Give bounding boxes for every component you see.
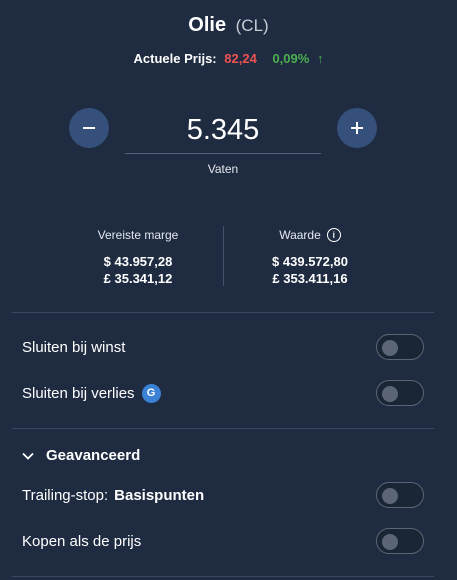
- chevron-down-icon: [22, 452, 34, 460]
- position-value-gbp: £ 353.411,16: [272, 271, 348, 286]
- advanced-section-title: Geavanceerd: [46, 447, 141, 464]
- price-value: 82,24: [224, 51, 257, 66]
- take-profit-toggle[interactable]: [376, 334, 424, 360]
- required-margin: Vereiste marge $ 43.957,28 £ 35.341,12: [68, 226, 208, 287]
- toggle-knob: [382, 488, 398, 504]
- required-margin-gbp: £ 35.341,12: [103, 271, 173, 286]
- trailing-stop-unit[interactable]: Basispunten: [114, 487, 204, 504]
- instrument-title: Olie (CL): [0, 14, 457, 37]
- divider: [12, 576, 434, 577]
- take-profit-row: Sluiten bij winst: [22, 334, 424, 360]
- divider: [12, 312, 434, 313]
- instrument-symbol: (CL): [235, 16, 269, 35]
- take-profit-label: Sluiten bij winst: [22, 338, 126, 356]
- stop-loss-toggle[interactable]: [376, 380, 424, 406]
- price-label: Actuele Prijs:: [133, 51, 217, 66]
- advanced-section-toggle[interactable]: Geavanceerd: [22, 447, 140, 464]
- plus-icon: [351, 122, 363, 134]
- trailing-stop-row: Trailing-stop: Basispunten: [22, 482, 424, 508]
- required-margin-label: Vereiste marge: [97, 228, 179, 242]
- margin-value-summary: Vereiste marge $ 43.957,28 £ 35.341,12 W…: [0, 226, 457, 288]
- toggle-knob: [382, 386, 398, 402]
- arrow-up-icon: ↑: [316, 51, 324, 66]
- current-price: Actuele Prijs: 82,24 0,09% ↑: [0, 51, 457, 66]
- buy-when-price-toggle[interactable]: [376, 528, 424, 554]
- required-margin-usd: $ 43.957,28: [103, 254, 173, 269]
- position-value-label: Waarde: [279, 228, 321, 242]
- decrease-quantity-button[interactable]: [69, 108, 109, 148]
- quantity-input[interactable]: [125, 108, 321, 154]
- position-value-usd: $ 439.572,80: [272, 254, 348, 269]
- stop-loss-row: Sluiten bij verlies G: [22, 380, 424, 406]
- stop-loss-label: Sluiten bij verlies: [22, 384, 135, 402]
- trailing-stop-toggle[interactable]: [376, 482, 424, 508]
- quantity-unit: Vaten: [207, 162, 239, 176]
- buy-when-price-label: Kopen als de prijs: [22, 532, 142, 550]
- info-icon[interactable]: i: [326, 228, 341, 242]
- metrics-divider: [223, 226, 224, 286]
- divider: [12, 428, 434, 429]
- position-value: Waarde i $ 439.572,80 £ 353.411,16: [240, 226, 380, 287]
- instrument-name: Olie: [188, 14, 227, 36]
- increase-quantity-button[interactable]: [337, 108, 377, 148]
- minus-icon: [83, 127, 95, 129]
- guaranteed-badge[interactable]: G: [141, 383, 161, 403]
- toggle-knob: [382, 534, 398, 550]
- buy-when-price-row: Kopen als de prijs: [22, 528, 424, 554]
- price-change: 0,09%: [272, 51, 310, 66]
- toggle-knob: [382, 340, 398, 356]
- trailing-stop-label: Trailing-stop:: [22, 486, 109, 504]
- position-value-header: Waarde i: [279, 228, 341, 242]
